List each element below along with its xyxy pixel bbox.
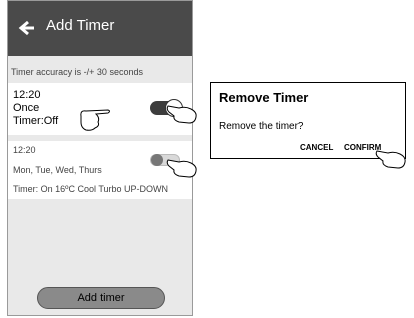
dialog-message: Remove the timer?	[219, 121, 304, 132]
timer-repeat: Once	[13, 102, 40, 114]
timer-accuracy-notice: Timer accuracy is -/+ 30 seconds	[11, 67, 143, 77]
cancel-button[interactable]: CANCEL	[300, 143, 333, 152]
pointing-hand-icon	[166, 105, 197, 124]
dialog-title: Remove Timer	[219, 90, 309, 105]
timer-time: 12:20	[13, 89, 41, 101]
app-header: Add Timer	[8, 1, 192, 56]
pointing-hand-icon	[80, 109, 110, 131]
page-title: Add Timer	[46, 17, 115, 34]
timer-repeat: Mon, Tue, Wed, Thurs	[13, 165, 102, 175]
timer-detail: Timer: On 16ºC Cool Turbo UP-DOWN	[13, 184, 168, 194]
timer-time: 12:20	[13, 145, 36, 155]
timer-detail: Timer:Off	[13, 115, 59, 127]
back-arrow-icon[interactable]	[18, 19, 36, 37]
toggle-knob	[151, 154, 163, 166]
add-timer-button[interactable]: Add timer	[37, 287, 165, 309]
pointing-hand-icon	[166, 159, 197, 178]
pointing-hand-icon	[375, 150, 406, 169]
